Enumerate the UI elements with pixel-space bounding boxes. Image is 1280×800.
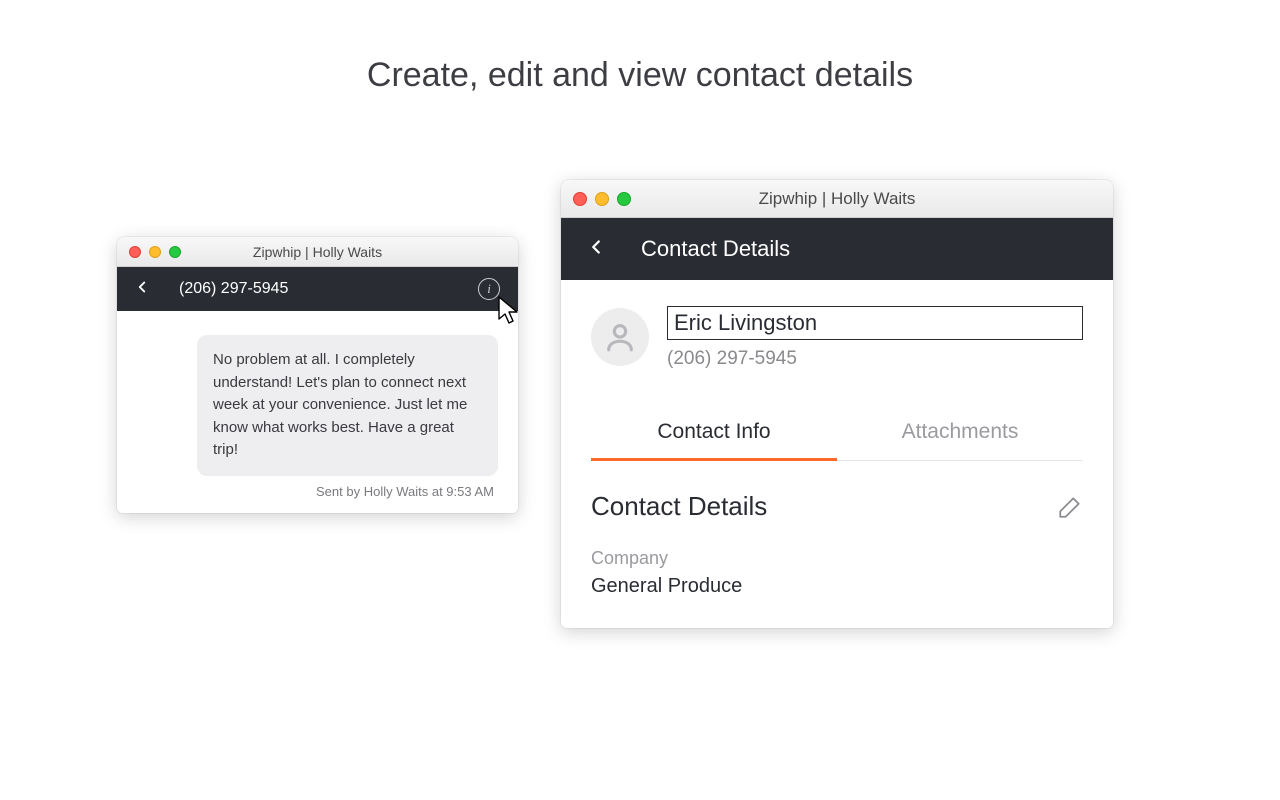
titlebar: Zipwhip | Holly Waits [117, 237, 518, 267]
close-icon[interactable] [573, 192, 587, 206]
avatar [591, 308, 649, 366]
tabs: Contact Info Attachments [591, 410, 1083, 461]
company-value: General Produce [591, 575, 1083, 598]
back-icon[interactable] [585, 236, 607, 263]
chat-header: (206) 297-5945 i [117, 267, 518, 311]
tab-contact-info[interactable]: Contact Info [591, 410, 837, 461]
edit-icon[interactable] [1057, 494, 1083, 520]
contact-name-input[interactable] [667, 306, 1083, 340]
maximize-icon[interactable] [169, 246, 181, 258]
profile-row: (206) 297-5945 [591, 306, 1083, 370]
chat-title-phone: (206) 297-5945 [179, 280, 288, 298]
titlebar: Zipwhip | Holly Waits [561, 180, 1113, 218]
details-header-title: Contact Details [641, 236, 790, 262]
minimize-icon[interactable] [149, 246, 161, 258]
person-icon [603, 320, 637, 354]
window-title: Zipwhip | Holly Waits [561, 189, 1113, 209]
message-sent-meta: Sent by Holly Waits at 9:53 AM [137, 484, 498, 499]
back-icon[interactable] [133, 278, 151, 301]
message-bubble: No problem at all. I completely understa… [197, 335, 498, 476]
contact-phone: (206) 297-5945 [667, 348, 1083, 370]
section-header-row: Contact Details [591, 491, 1083, 522]
company-label: Company [591, 548, 1083, 569]
close-icon[interactable] [129, 246, 141, 258]
page-heading: Create, edit and view contact details [0, 56, 1280, 95]
details-body: (206) 297-5945 Contact Info Attachments … [561, 280, 1113, 628]
traffic-lights [117, 246, 181, 258]
info-icon[interactable]: i [478, 278, 500, 300]
chat-body: No problem at all. I completely understa… [117, 311, 518, 513]
section-heading: Contact Details [591, 491, 767, 522]
maximize-icon[interactable] [617, 192, 631, 206]
tab-attachments[interactable]: Attachments [837, 410, 1083, 460]
traffic-lights [561, 192, 631, 206]
minimize-icon[interactable] [595, 192, 609, 206]
chat-window: Zipwhip | Holly Waits (206) 297-5945 i N… [117, 237, 518, 513]
name-column: (206) 297-5945 [667, 306, 1083, 370]
contact-details-window: Zipwhip | Holly Waits Contact Details (2… [561, 180, 1113, 628]
details-header: Contact Details [561, 218, 1113, 280]
